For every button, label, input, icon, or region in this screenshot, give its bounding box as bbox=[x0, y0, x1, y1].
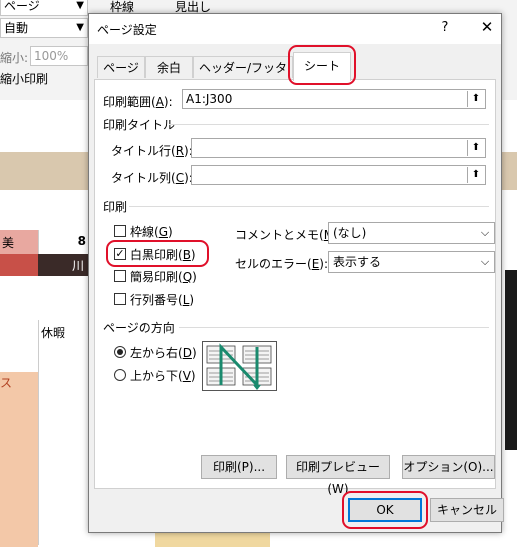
tab-page[interactable]: ページ bbox=[97, 56, 145, 78]
divider bbox=[129, 206, 489, 207]
print-area-value: A1:J300 bbox=[186, 92, 233, 106]
width-auto-dropdown[interactable]: 自動 ▼ bbox=[0, 18, 88, 38]
cell-text: 川 bbox=[71, 259, 84, 273]
left-to-right-radio[interactable] bbox=[114, 346, 126, 358]
width-auto-value: 自動 bbox=[4, 21, 29, 35]
black-white-checkbox[interactable]: ✓ bbox=[114, 248, 126, 260]
print-preview-button[interactable]: 印刷プレビュー(W) bbox=[286, 455, 390, 496]
comments-value: (なし) bbox=[333, 226, 367, 240]
print-area-label: 印刷範囲(A): bbox=[103, 95, 173, 109]
page-layout-dropdown[interactable]: ページ ▼ bbox=[0, 0, 88, 16]
gridlines-button[interactable]: 枠線 bbox=[110, 0, 134, 14]
scale-label: 縮小: bbox=[0, 51, 29, 65]
cell-pink: 美 bbox=[0, 230, 38, 254]
cell-red bbox=[0, 254, 38, 276]
chevron-down-icon: ⌵ bbox=[480, 226, 490, 239]
cell-date: 8 bbox=[38, 230, 88, 254]
cell-text: ス bbox=[0, 376, 13, 390]
row-col-headings-label: 行列番号(L) bbox=[130, 293, 195, 307]
print-titles-header: 印刷タイトル bbox=[103, 118, 176, 132]
dialog-title: ページ設定 bbox=[97, 23, 157, 37]
page-setup-dialog: ページ設定 ? ✕ ページ 余白 ヘッダー/フッター シート 印刷範囲(A): … bbox=[88, 13, 504, 533]
draft-quality-label: 簡易印刷(Q) bbox=[130, 270, 197, 284]
gridlines-label: 枠線(G) bbox=[130, 225, 173, 239]
scale-value: 100% bbox=[34, 49, 69, 63]
right-dark-cell bbox=[505, 270, 517, 450]
page-order-preview-icon bbox=[202, 341, 277, 391]
help-button[interactable]: ? bbox=[437, 20, 453, 35]
row-col-headings-checkbox[interactable] bbox=[114, 293, 126, 305]
cell-errors-value: 表示する bbox=[333, 255, 382, 269]
gridlines-checkbox[interactable] bbox=[114, 225, 126, 237]
tab-margins[interactable]: 余白 bbox=[145, 56, 193, 78]
title-rows-label: タイトル行(R): bbox=[111, 144, 193, 158]
chevron-down-icon: ▼ bbox=[76, 0, 84, 11]
title-cols-label: タイトル列(C): bbox=[111, 171, 193, 185]
cell-column: 休暇 bbox=[38, 320, 88, 545]
collapse-dialog-icon[interactable]: ⬆ bbox=[467, 140, 484, 156]
cell-text: 8 bbox=[77, 234, 86, 248]
divider bbox=[179, 327, 489, 328]
cell-bottom bbox=[155, 533, 270, 547]
print-button[interactable]: 印刷(P)... bbox=[201, 455, 277, 479]
title-cols-input[interactable]: ⬆ bbox=[191, 165, 486, 185]
cancel-button[interactable]: キャンセル bbox=[430, 498, 504, 522]
ok-button[interactable]: OK bbox=[348, 498, 422, 522]
cell-errors-select[interactable]: 表示する ⌵ bbox=[328, 251, 495, 273]
divider bbox=[169, 124, 489, 125]
fit-label: 縮小印刷 bbox=[0, 72, 49, 86]
top-to-bottom-radio[interactable] bbox=[114, 369, 126, 381]
chevron-down-icon: ⌵ bbox=[480, 255, 490, 268]
cell-errors-label: セルのエラー(E): bbox=[235, 257, 329, 271]
scale-input[interactable]: 100% bbox=[30, 46, 88, 66]
cell-text: 休暇 bbox=[41, 326, 66, 340]
headings-button[interactable]: 見出し bbox=[175, 0, 211, 14]
page-layout-dropdown-value: ページ bbox=[4, 0, 40, 13]
print-header: 印刷 bbox=[103, 200, 128, 214]
black-white-label: 白黒印刷(B) bbox=[130, 248, 196, 262]
page-order-header: ページの方向 bbox=[103, 321, 175, 335]
print-area-input[interactable]: A1:J300 ⬆ bbox=[182, 89, 486, 109]
draft-quality-checkbox[interactable] bbox=[114, 270, 126, 282]
collapse-dialog-icon[interactable]: ⬆ bbox=[467, 91, 484, 107]
collapse-dialog-icon[interactable]: ⬆ bbox=[467, 167, 484, 183]
top-to-bottom-label: 上から下(V) bbox=[130, 369, 196, 383]
comments-select[interactable]: (なし) ⌵ bbox=[328, 222, 495, 244]
left-to-right-label: 左から右(D) bbox=[130, 346, 197, 360]
title-rows-input[interactable]: ⬆ bbox=[191, 138, 486, 158]
comments-label: コメントとメモ(M): bbox=[235, 228, 343, 242]
chevron-down-icon: ▼ bbox=[76, 22, 84, 33]
close-button[interactable]: ✕ bbox=[477, 18, 497, 36]
dialog-titlebar: ページ設定 ? ✕ bbox=[89, 14, 501, 44]
options-button[interactable]: オプション(O)... bbox=[402, 455, 495, 479]
tab-sheet[interactable]: シート bbox=[293, 52, 351, 81]
cell-name: 川 bbox=[38, 254, 88, 276]
cell-text: 美 bbox=[2, 236, 15, 250]
cell-orange: ス bbox=[0, 372, 38, 547]
tab-header-footer[interactable]: ヘッダー/フッター bbox=[193, 56, 293, 97]
